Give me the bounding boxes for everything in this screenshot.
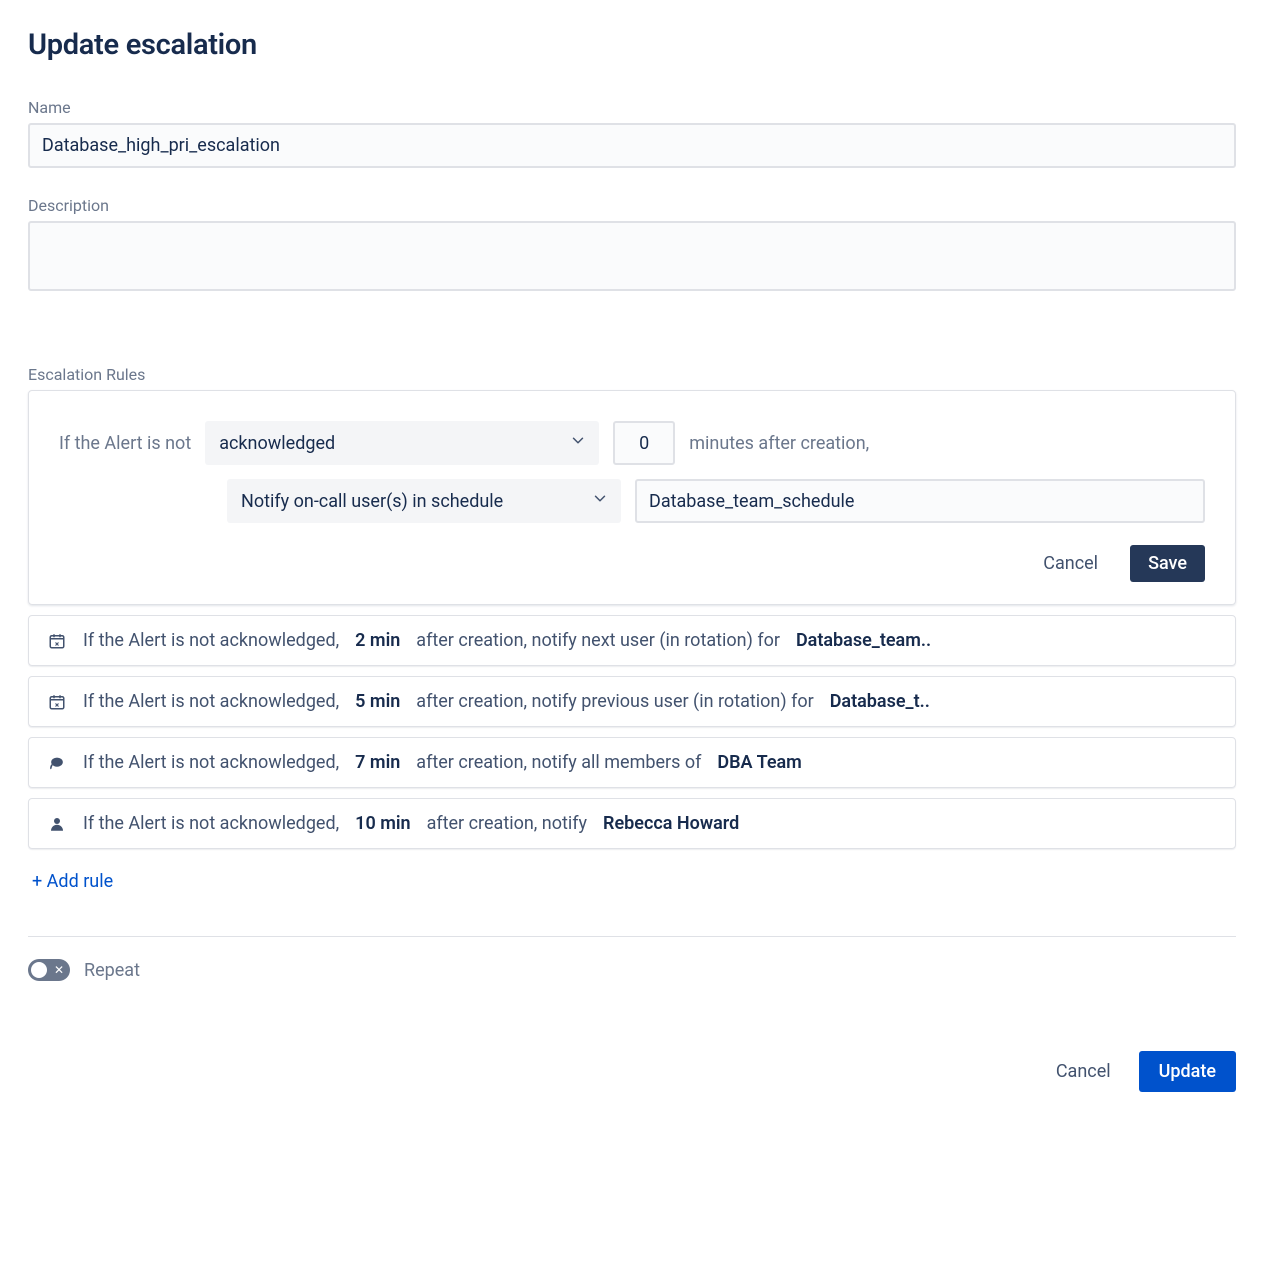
- rules-label: Escalation Rules: [28, 365, 1236, 384]
- rule-time: 7 min: [355, 752, 400, 773]
- update-button[interactable]: Update: [1139, 1051, 1236, 1092]
- description-input[interactable]: [28, 221, 1236, 291]
- add-rule-button[interactable]: + Add rule: [28, 867, 117, 896]
- rule-target: Rebecca Howard: [603, 813, 739, 834]
- rule-prefix: If the Alert is not acknowledged,: [83, 752, 339, 773]
- rule-time: 5 min: [355, 691, 400, 712]
- chevron-down-icon: [569, 432, 587, 455]
- repeat-toggle[interactable]: ✕: [28, 959, 70, 981]
- rule-card[interactable]: If the Alert is not acknowledged, 7 min af…: [28, 737, 1236, 788]
- rule-time: 10 min: [355, 813, 410, 834]
- close-icon: ✕: [54, 964, 64, 976]
- rule-prefix: If the Alert is not acknowledged,: [83, 630, 339, 651]
- rule-editor-card: If the Alert is not acknowledged minutes…: [28, 390, 1236, 605]
- name-input[interactable]: [28, 123, 1236, 168]
- schedule-icon: [47, 632, 67, 650]
- rule-prefix: If the Alert is not acknowledged,: [83, 691, 339, 712]
- target-input[interactable]: [635, 479, 1205, 523]
- user-icon: [47, 815, 67, 833]
- name-label: Name: [28, 98, 1236, 117]
- schedule-icon: [47, 693, 67, 711]
- rule-time: 2 min: [355, 630, 400, 651]
- condition-value: acknowledged: [219, 433, 335, 454]
- condition-select[interactable]: acknowledged: [205, 421, 599, 465]
- minutes-input[interactable]: [613, 421, 675, 465]
- rule-target: DBA Team: [717, 752, 801, 773]
- rule-mid: after creation, notify next user (in rot…: [416, 630, 780, 651]
- rule-mid: after creation, notify: [427, 813, 587, 834]
- editor-save-button[interactable]: Save: [1130, 545, 1205, 582]
- rule-mid: after creation, notify all members of: [416, 752, 701, 773]
- rule-card[interactable]: If the Alert is not acknowledged, 2 min af…: [28, 615, 1236, 666]
- cancel-button[interactable]: Cancel: [1052, 1055, 1115, 1088]
- rule-mid: after creation, notify previous user (in…: [416, 691, 813, 712]
- description-label: Description: [28, 196, 1236, 215]
- page-title: Update escalation: [28, 28, 1236, 62]
- rule-target: Database_t..: [830, 691, 930, 712]
- editor-cancel-button[interactable]: Cancel: [1039, 547, 1102, 580]
- editor-prefix-text: If the Alert is not: [59, 433, 191, 454]
- chevron-down-icon: [591, 490, 609, 513]
- action-value: Notify on-call user(s) in schedule: [241, 491, 503, 512]
- repeat-label: Repeat: [84, 960, 140, 981]
- team-icon: [47, 753, 67, 773]
- rule-prefix: If the Alert is not acknowledged,: [83, 813, 339, 834]
- rule-card[interactable]: If the Alert is not acknowledged, 5 min af…: [28, 676, 1236, 727]
- rule-target: Database_team..: [796, 630, 931, 651]
- minutes-suffix-text: minutes after creation,: [689, 433, 869, 454]
- rule-card[interactable]: If the Alert is not acknowledged, 10 min a…: [28, 798, 1236, 849]
- action-select[interactable]: Notify on-call user(s) in schedule: [227, 479, 621, 523]
